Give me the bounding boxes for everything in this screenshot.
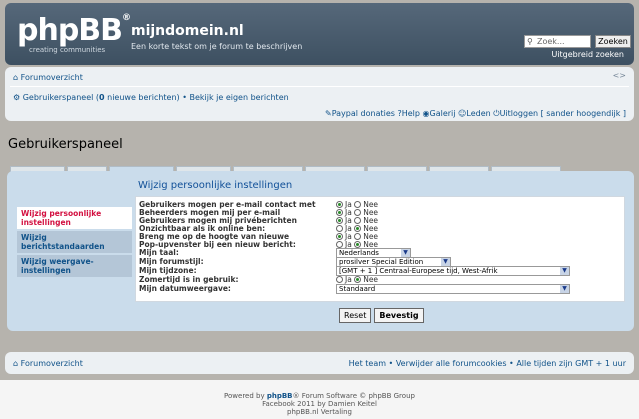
paypal-link[interactable]: Paypal donaties	[332, 109, 395, 118]
cp-content: Wijzig persoonlijke instellingen Gebruik…	[135, 176, 625, 302]
collapse-icon[interactable]: <>	[613, 71, 626, 80]
divider	[10, 86, 629, 87]
copyright-footer: Powered by phpBB® Forum Software © phpBB…	[0, 380, 639, 419]
credit-line-1: Powered by phpBB® Forum Software © phpBB…	[0, 392, 639, 400]
gallery-icon: ◉	[422, 109, 430, 118]
credit-suffix: ® Forum Software © phpBB Group	[292, 392, 415, 400]
advanced-search-link[interactable]: Uitgebreid zoeken	[551, 50, 624, 59]
radio-no[interactable]	[354, 276, 362, 283]
search-button[interactable]: Zoeken	[595, 35, 631, 48]
timezone-label: Mijn tijdzone:	[139, 266, 197, 275]
site-title[interactable]: mijndomein.nl	[131, 23, 244, 39]
search-input[interactable]: ⚲ Zoek...	[524, 35, 591, 48]
top-links: ✎Paypal donaties ?Help ◉Galerij ☺Leden ⏻…	[325, 109, 626, 119]
gallery-link[interactable]: Galerij	[430, 109, 456, 118]
submit-button[interactable]: Bevestig	[374, 308, 424, 323]
reset-button[interactable]: Reset	[339, 308, 372, 323]
sidebar-item-post-defaults[interactable]: Wijzig berichtstandaarden	[17, 231, 132, 253]
date-format-label: Mijn datumweergave:	[139, 284, 231, 293]
footer-forum-index-link[interactable]: Forumoverzicht	[21, 359, 83, 368]
radio-no-label: Nee	[363, 275, 379, 284]
style-label: Mijn forumstijl:	[139, 257, 204, 266]
radio-yes[interactable]	[336, 233, 343, 240]
radio-no[interactable]	[354, 201, 362, 208]
phpbb-logo[interactable]: phpBB®	[17, 13, 131, 48]
logo-tagline: creating communities	[29, 46, 106, 54]
language-value: Nederlands	[339, 249, 379, 257]
footer-breadcrumb[interactable]: ⌂ Forumoverzicht	[13, 359, 83, 368]
credit-prefix: Powered by	[224, 392, 267, 400]
site-description: Een korte tekst om je forum te beschrijv…	[131, 42, 303, 51]
chevron-down-icon: ▼	[560, 285, 569, 293]
paypal-icon: ✎	[324, 109, 332, 118]
radio-yes[interactable]	[336, 276, 343, 283]
search-placeholder: Zoek...	[537, 37, 565, 46]
chevron-down-icon: ▼	[560, 267, 569, 275]
phpbb-link[interactable]: phpBB	[267, 392, 293, 400]
date-format-select[interactable]: Standaard ▼	[336, 284, 570, 294]
radio-yes[interactable]	[336, 225, 343, 232]
sidebar-item-personal-settings[interactable]: Wijzig persoonlijke instellingen	[17, 207, 132, 229]
logo-reg-mark: ®	[122, 13, 131, 23]
members-link[interactable]: Leden	[466, 109, 490, 118]
dst-radio-group[interactable]: Ja Nee	[336, 275, 378, 284]
radio-no[interactable]	[354, 209, 362, 216]
timezone-value: [GMT + 1 ] Centraal-Europese tijd, West-…	[339, 267, 498, 275]
section-title: Wijzig persoonlijke instellingen	[138, 180, 293, 191]
radio-no[interactable]	[354, 225, 362, 232]
chevron-down-icon: ▼	[401, 249, 410, 257]
dst-label: Zomertijd is in gebruik:	[139, 275, 239, 284]
logout-link[interactable]: Uitloggen [ sander hoogendijk ]	[500, 109, 626, 118]
cp-sidebar: Wijzig persoonlijke instellingen Wijzig …	[17, 207, 132, 279]
settings-form: Gebruikers mogen per e-mail contact met …	[135, 196, 625, 302]
language-label: Mijn taal:	[139, 248, 179, 257]
radio-yes[interactable]	[336, 217, 343, 224]
footer-links[interactable]: Het team • Verwijder alle forumcookies •…	[349, 359, 626, 368]
user-links: ⚙ Gebruikerspaneel (0 nieuwe berichten) …	[13, 93, 289, 102]
control-panel-icon: ⚙	[13, 93, 21, 102]
radio-yes[interactable]	[336, 209, 343, 216]
chevron-down-icon: ▼	[441, 258, 450, 266]
forum-index-link[interactable]: Forumoverzicht	[21, 73, 83, 82]
navbar: ⌂ Forumoverzicht <> ⚙ Gebruikerspaneel (…	[5, 67, 634, 121]
credit-line-2: Facebook 2011 by Damien Keitel	[262, 400, 377, 408]
radio-yes[interactable]	[336, 201, 343, 208]
breadcrumb[interactable]: ⌂ Forumoverzicht	[13, 73, 83, 82]
home-icon: ⌂	[13, 359, 19, 368]
footer-navbar: ⌂ Forumoverzicht Het team • Verwijder al…	[5, 352, 634, 374]
style-value: prosilver Special Edition	[339, 258, 424, 266]
home-icon: ⌂	[13, 73, 19, 82]
radio-yes[interactable]	[336, 241, 343, 248]
control-panel-link[interactable]: Gebruikerspaneel (	[23, 93, 99, 102]
radio-no[interactable]	[354, 233, 362, 240]
site-header: phpBB® creating communities mijndomein.n…	[5, 3, 634, 65]
radio-no[interactable]	[354, 241, 362, 248]
logo-text: phpBB	[17, 13, 123, 48]
page-title: Gebruikerspaneel	[8, 137, 123, 152]
date-format-value: Standaard	[339, 285, 376, 293]
help-link[interactable]: Help	[402, 109, 420, 118]
radio-no[interactable]	[354, 217, 362, 224]
radio-yes-label: Ja	[345, 275, 352, 284]
search-icon: ⚲	[527, 37, 533, 46]
credit-line-3[interactable]: phpBB.nl Vertaling	[0, 408, 639, 416]
control-panel: Wijzig persoonlijke instellingen Wijzig …	[7, 171, 634, 331]
form-buttons: Reset Bevestig	[339, 308, 427, 323]
sidebar-item-display-settings[interactable]: Wijzig weergave-instellingen	[17, 255, 132, 277]
view-own-posts-link[interactable]: nieuwe berichten) • Bekijk je eigen beri…	[105, 93, 289, 102]
